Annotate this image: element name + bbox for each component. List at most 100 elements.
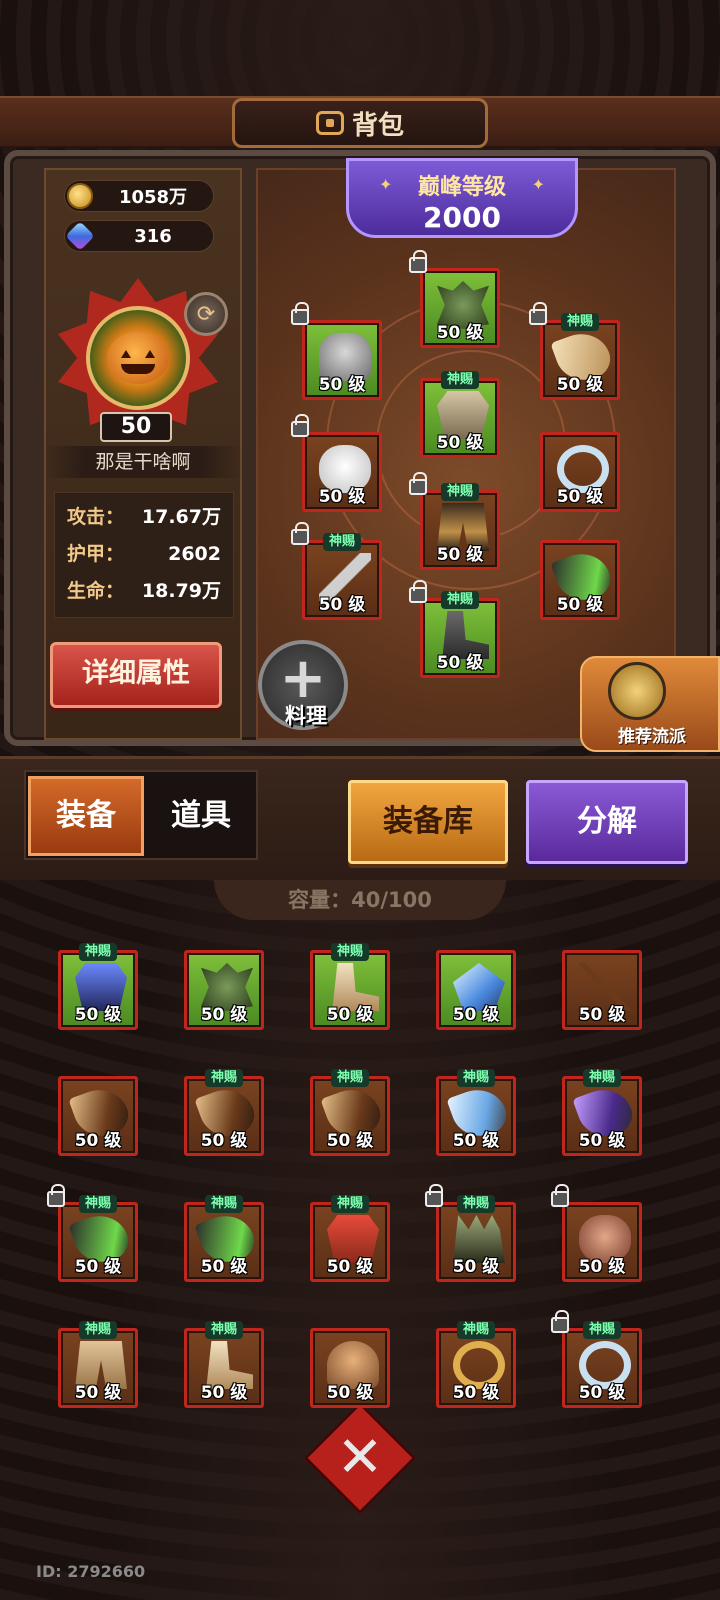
page-title: 背包 (351, 110, 404, 141)
item-level: 50 级 (436, 433, 484, 453)
equipped-slot[interactable]: 50 级 (409, 250, 500, 348)
divine-tag: 神赐 (78, 1195, 118, 1213)
peak-level-banner: ✦ ✦ 巅峰等级 2000 (346, 158, 578, 238)
divine-tag: 神赐 (204, 1321, 244, 1339)
equipped-slot[interactable]: 50 级 (540, 432, 620, 512)
gold-value: 1058万 (118, 187, 188, 208)
equipped-slot[interactable]: 50 级 (291, 414, 382, 512)
stat-health: 生命： 18.79万 (67, 580, 221, 602)
tab-items[interactable]: 道具 (148, 776, 254, 856)
swap-avatar-icon[interactable]: ⟳ (184, 292, 228, 336)
stats-box: 攻击： 17.67万 护甲： 2602 生命： 18.79万 (54, 492, 234, 618)
lock-icon (551, 1184, 569, 1207)
inventory-slot[interactable]: 50 级 神赐 (436, 1321, 516, 1408)
divine-tag: 神赐 (560, 313, 600, 331)
item-level: 50 级 (436, 653, 484, 673)
lock-icon (409, 580, 427, 603)
divine-tag: 神赐 (456, 1321, 496, 1339)
divine-tag: 神赐 (440, 371, 480, 389)
stat-attack: 攻击： 17.67万 (67, 506, 221, 528)
inventory-slot[interactable]: 50 级 神赐 (310, 1195, 390, 1282)
inventory-slot[interactable]: 50 级 神赐 (184, 1069, 264, 1156)
inventory-slot[interactable]: 50 级 神赐 (562, 1069, 642, 1156)
capacity-label: 容量：40/100 (288, 888, 432, 912)
equipped-slot[interactable]: 50 级 神赐 (409, 580, 500, 678)
item-level: 50 级 (578, 1131, 626, 1151)
item-level: 50 级 (318, 375, 366, 395)
divine-tag: 神赐 (582, 1321, 622, 1339)
item-level: 50 级 (556, 375, 604, 395)
inventory-slot[interactable]: 50 级 神赐 (58, 1321, 138, 1408)
thumbs-up-icon (608, 662, 666, 720)
equipped-slot[interactable]: 50 级 神赐 (529, 302, 620, 400)
inventory-slot[interactable]: 50 级 神赐 (425, 1184, 516, 1282)
lock-icon (47, 1184, 65, 1207)
item-level: 50 级 (326, 1383, 374, 1403)
inventory-slot[interactable]: 50 级 神赐 (310, 943, 390, 1030)
inventory-slot[interactable]: 50 级 神赐 (310, 1069, 390, 1156)
divine-tag: 神赐 (582, 1069, 622, 1087)
stat-armor: 护甲： 2602 (67, 543, 221, 565)
inventory-slot[interactable]: 50 级 (184, 950, 264, 1030)
equipped-slot[interactable]: 50 级 (291, 302, 382, 400)
inventory-slot[interactable]: 50 级 (551, 1184, 642, 1282)
item-level: 50 级 (74, 1005, 122, 1025)
item-level: 50 级 (452, 1131, 500, 1151)
lock-icon (551, 1310, 569, 1333)
item-level: 50 级 (200, 1383, 248, 1403)
divine-tag: 神赐 (330, 943, 370, 961)
item-level: 50 级 (200, 1257, 248, 1277)
star-icon: ✦ (531, 175, 545, 194)
divine-tag: 神赐 (330, 1069, 370, 1087)
equipped-slot[interactable]: 50 级 神赐 (409, 472, 500, 570)
item-level: 50 级 (452, 1005, 500, 1025)
gold-coin-icon (67, 183, 93, 209)
inventory-slot[interactable]: 50 级 神赐 (58, 943, 138, 1030)
inventory-slot[interactable]: 50 级 神赐 (551, 1310, 642, 1408)
item-level: 50 级 (452, 1383, 500, 1403)
lock-icon (291, 302, 309, 325)
inventory-slot[interactable]: 50 级 (310, 1328, 390, 1408)
gold-counter: 1058万 (64, 180, 214, 212)
lock-icon (291, 414, 309, 437)
close-icon: ✕ (336, 1425, 384, 1490)
item-level: 50 级 (200, 1131, 248, 1151)
gem-value: 316 (134, 225, 172, 247)
item-level: 50 级 (436, 323, 484, 343)
pumpkin-avatar-icon (86, 306, 190, 410)
item-level: 50 级 (578, 1005, 626, 1025)
item-level: 50 级 (318, 487, 366, 507)
item-level: 50 级 (452, 1257, 500, 1277)
peak-level-value: 2000 (423, 201, 501, 234)
inventory-slot[interactable]: 50 级 神赐 (184, 1195, 264, 1282)
cook-label: 料理 (285, 704, 327, 728)
equipped-slot[interactable]: 50 级 神赐 (420, 371, 500, 458)
decompose-button[interactable]: 分解 (526, 780, 688, 864)
inventory-slot[interactable]: 50 级 神赐 (436, 1069, 516, 1156)
divine-tag: 神赐 (330, 1195, 370, 1213)
equipment-warehouse-button[interactable]: 装备库 (348, 780, 508, 864)
item-level: 50 级 (556, 595, 604, 615)
tab-equipment[interactable]: 装备 (28, 776, 144, 856)
inventory-slot[interactable]: 50 级 神赐 (47, 1184, 138, 1282)
star-icon: ✦ (379, 175, 393, 194)
divine-tag: 神赐 (456, 1069, 496, 1087)
item-level: 50 级 (326, 1131, 374, 1151)
item-level: 50 级 (326, 1005, 374, 1025)
backpack-icon (315, 111, 344, 135)
divine-tag: 神赐 (440, 483, 480, 501)
inventory-slot[interactable]: 50 级 (58, 1076, 138, 1156)
player-level: 50 (100, 412, 172, 442)
inventory-slot[interactable]: 50 级 神赐 (184, 1321, 264, 1408)
inventory-slot[interactable]: 50 级 (436, 950, 516, 1030)
equipped-slot[interactable]: 50 级 神赐 (291, 522, 382, 620)
lock-icon (409, 472, 427, 495)
lock-icon (409, 250, 427, 273)
item-level: 50 级 (436, 545, 484, 565)
title-plate: 背包 (232, 98, 488, 148)
item-level: 50 级 (74, 1131, 122, 1151)
detail-attributes-button[interactable]: 详细属性 (50, 642, 222, 708)
equipped-slot[interactable]: 50 级 (540, 540, 620, 620)
gem-counter: 316 (64, 220, 214, 252)
inventory-slot[interactable]: 50 级 (562, 950, 642, 1030)
